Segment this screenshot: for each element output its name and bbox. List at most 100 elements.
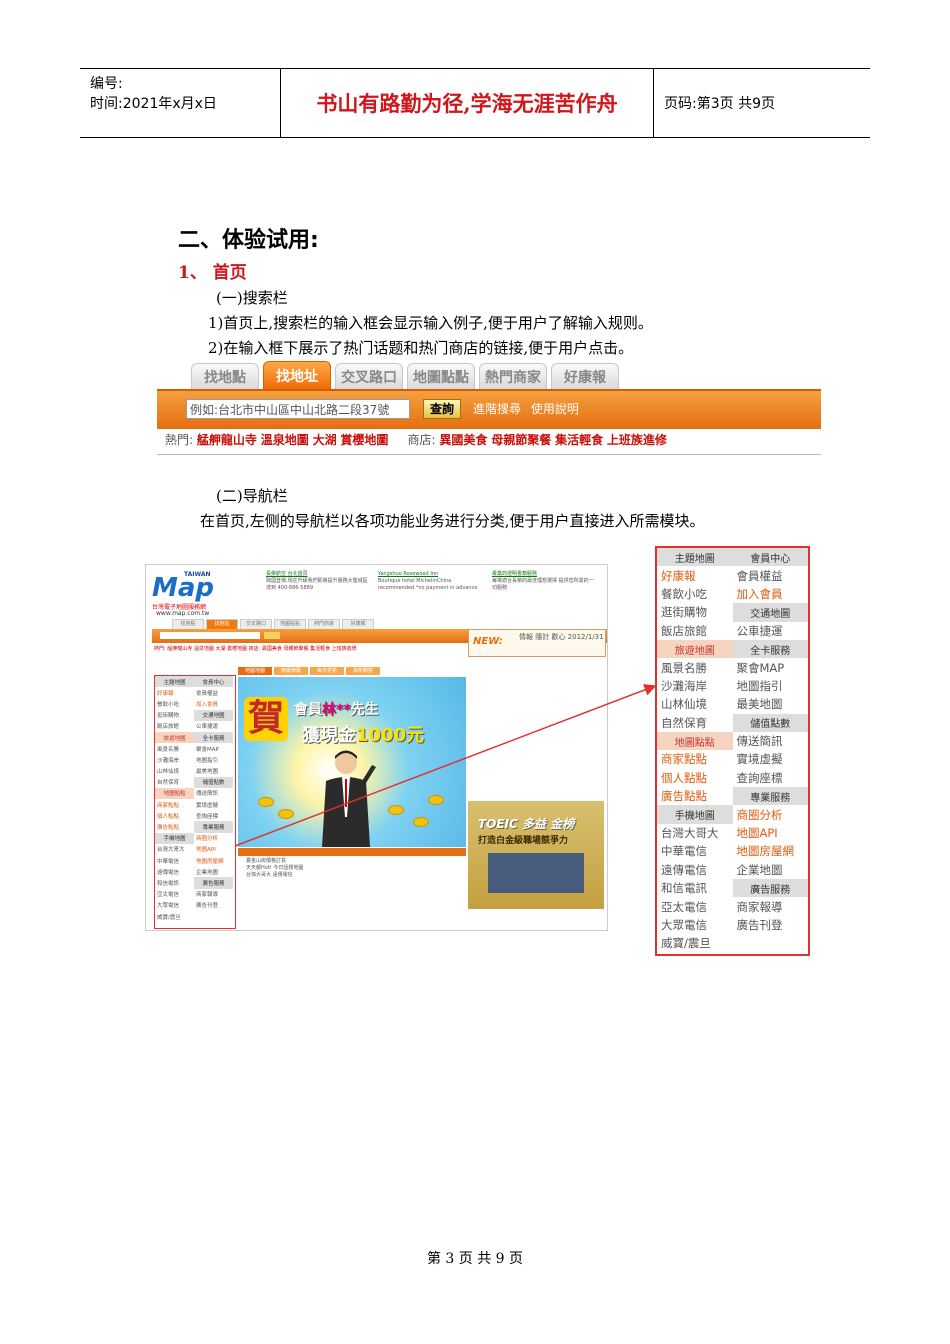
nav-item[interactable]: 威寶/震旦 [657, 934, 733, 952]
nav-item[interactable]: 企業地圖 [733, 861, 809, 879]
nav-item[interactable]: 實境虛擬 [733, 750, 809, 768]
tab-find-address[interactable]: 找地址 [263, 361, 331, 390]
nav-item[interactable]: 逛街購物 [155, 710, 194, 721]
banner-tab[interactable]: 地圖地圖 [238, 667, 272, 675]
nav-row: 山林仙境 最美地圖 [657, 695, 808, 713]
nav-item[interactable]: 地圖房屋網 [194, 855, 233, 866]
banner-line-1: 會員林**先生 [294, 699, 379, 719]
tab-hot-shops[interactable]: 熱門商家 [479, 363, 547, 390]
nav-item[interactable]: 廣告點點 [155, 821, 194, 832]
nav-item[interactable]: 地圖指引 [733, 677, 809, 695]
banner-tab[interactable]: 每日更新 [310, 667, 344, 675]
nav-item[interactable]: 公車捷運 [194, 721, 233, 732]
nav-item[interactable] [733, 934, 809, 952]
shop-link[interactable]: 集活輕食 [555, 433, 603, 447]
nav-item[interactable]: 最美地圖 [194, 766, 233, 777]
nav-item[interactable]: 廣告刊登 [194, 900, 233, 911]
nav-item[interactable]: 商家點點 [155, 799, 194, 810]
nav-item[interactable]: 遠傳電信 [657, 861, 733, 879]
banner-tab[interactable]: 最新動態 [346, 667, 380, 675]
nav-item[interactable]: 風景名勝 [657, 658, 733, 676]
nav-item[interactable]: 加入會員 [194, 698, 233, 709]
nav-item[interactable]: 商圈分析 [733, 805, 809, 823]
nav-item[interactable]: 地圖API [194, 844, 233, 855]
nav-item[interactable]: 商家報導 [194, 889, 233, 900]
nav-item[interactable]: 山林仙境 [657, 695, 733, 713]
nav-item[interactable]: 個人點點 [155, 810, 194, 821]
nav-item[interactable]: 逛街購物 [657, 603, 733, 621]
nav-item[interactable]: 好康報 [155, 687, 194, 698]
search-input[interactable]: 例如:台北市中山區中山北路二段37號 [186, 399, 410, 419]
nav-item[interactable]: 和信電訊 [657, 879, 733, 897]
ad-3[interactable]: 專業的證明書籍服務 每場適合長榮的最佳理想選擇 提供您所需的一切服務 [492, 571, 597, 592]
nav-item[interactable]: 中華電信 [155, 855, 194, 866]
search-button[interactable]: 查詢 [423, 399, 461, 419]
nav-item[interactable]: 加入會員 [733, 585, 809, 603]
nav-item[interactable]: 餐飲小吃 [657, 585, 733, 603]
nav-item[interactable]: 山林仙境 [155, 766, 194, 777]
nav-item[interactable]: 地圖指引 [194, 754, 233, 765]
shop-link[interactable]: 母親節聚餐 [491, 433, 551, 447]
nav-item[interactable]: 廣告點點 [657, 787, 733, 805]
nav-item[interactable]: 商家報導 [733, 897, 809, 915]
nav-item[interactable]: 個人點點 [657, 769, 733, 787]
nav-item[interactable]: 沙灘海岸 [155, 754, 194, 765]
mini-search-button[interactable] [264, 632, 280, 639]
nav-item[interactable]: 實境虛擬 [194, 799, 233, 810]
tab-find-place[interactable]: 找地點 [191, 363, 259, 390]
shop-link[interactable]: 上班族進修 [607, 433, 667, 447]
nav-item[interactable]: 會員權益 [733, 566, 809, 584]
nav-item[interactable]: 台灣大哥大 [657, 824, 733, 842]
nav-item[interactable]: 廣告刊登 [733, 916, 809, 934]
nav-item[interactable]: 會員權益 [194, 687, 233, 698]
promo-banner[interactable]: 賀 會員林**先生 獲現金1000元 [238, 677, 466, 847]
nav-category-header: 會員中心 [732, 548, 808, 567]
nav-item[interactable]: 企業地圖 [194, 866, 233, 877]
ad-1[interactable]: 長榮航空 台北首頁 跨國登場,現在升級我們即將提升服務大陸城區達到 400-886… [266, 571, 371, 592]
nav-item[interactable]: 商家點點 [657, 750, 733, 768]
nav-item[interactable]: 傳送簡訊 [194, 788, 233, 799]
hot-link[interactable]: 溫泉地圖 [261, 433, 309, 447]
nav-item[interactable]: 聚會MAP [733, 658, 809, 676]
nav-item[interactable]: 亞太電信 [155, 889, 194, 900]
help-link[interactable]: 使用說明 [531, 402, 579, 416]
nav-item[interactable]: 聚會MAP [194, 743, 233, 754]
hot-link[interactable]: 大湖 [313, 433, 337, 447]
shop-link[interactable]: 異國美食 [439, 433, 487, 447]
nav-item[interactable]: 自然保育 [657, 714, 733, 732]
nav-item[interactable]: 風景名勝 [155, 743, 194, 754]
nav-item[interactable]: 遠傳電信 [155, 866, 194, 877]
nav-item[interactable]: 沙灘海岸 [657, 677, 733, 695]
nav-item[interactable]: 地圖API [733, 824, 809, 842]
nav-item[interactable]: 自然保育 [155, 777, 194, 788]
nav-item[interactable] [194, 911, 233, 922]
nav-item[interactable]: 查詢座標 [194, 810, 233, 821]
tab-deals[interactable]: 好康報 [551, 363, 619, 390]
nav-item[interactable]: 台灣大哥大 [155, 844, 194, 855]
nav-item[interactable]: 飯店旅館 [657, 622, 733, 640]
toeic-ad[interactable]: TOEIC 多益 金榜 打造白金級職場競爭力 [468, 801, 604, 909]
nav-item[interactable]: 商圈分析 [194, 833, 233, 844]
nav-item[interactable]: 最美地圖 [733, 695, 809, 713]
hot-link[interactable]: 賞櫻地圖 [340, 433, 388, 447]
nav-item[interactable]: 好康報 [657, 566, 733, 584]
nav-item[interactable]: 威寶/震旦 [155, 911, 194, 922]
ad-2[interactable]: Yangshuo Rosewood Inn Boutique hotel Mich… [378, 571, 483, 592]
nav-item[interactable]: 亞太電信 [657, 897, 733, 915]
nav-item[interactable]: 餐飲小吃 [155, 698, 194, 709]
nav-item[interactable]: 和信電訊 [155, 877, 194, 888]
nav-item[interactable]: 公車捷運 [733, 622, 809, 640]
nav-item[interactable]: 大眾電信 [155, 900, 194, 911]
hot-link[interactable]: 艋舺龍山寺 [197, 433, 257, 447]
tab-intersection[interactable]: 交叉路口 [335, 363, 403, 390]
tab-map-points[interactable]: 地圖點點 [407, 363, 475, 390]
advanced-search-link[interactable]: 進階搜尋 [473, 402, 521, 416]
nav-item[interactable]: 中華電信 [657, 842, 733, 860]
nav-item[interactable]: 查詢座標 [733, 769, 809, 787]
mini-search-input[interactable] [160, 632, 260, 639]
nav-item[interactable]: 飯店旅館 [155, 721, 194, 732]
nav-item[interactable]: 地圖房屋網 [733, 842, 809, 860]
banner-tab[interactable]: 節慶節慶 [274, 667, 308, 675]
nav-item[interactable]: 傳送簡訊 [733, 732, 809, 750]
nav-item[interactable]: 大眾電信 [657, 916, 733, 934]
